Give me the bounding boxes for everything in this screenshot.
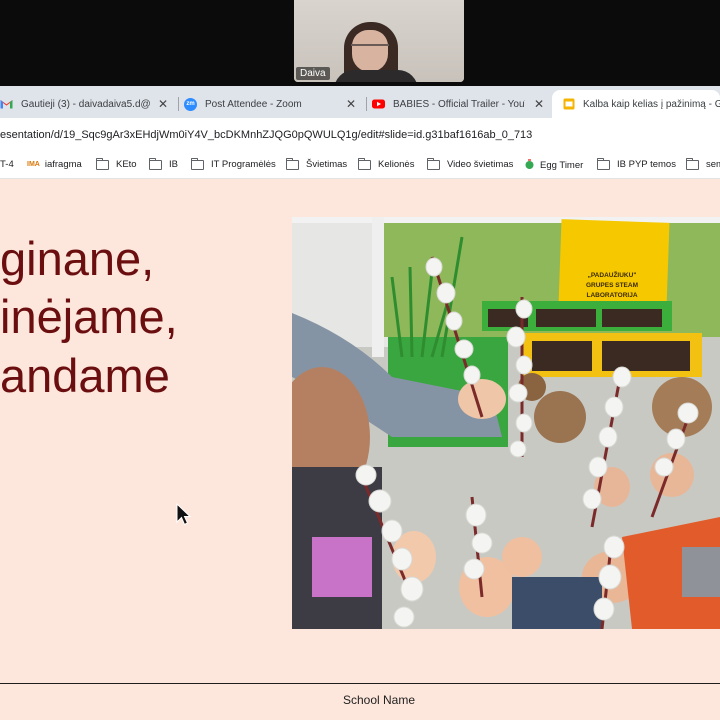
browser-tab-bar: Gautieji (3) - daivadaiva5.d@gm ✕ zm Pos… [0,86,720,118]
bookmark-label: IB PYP temos [617,159,676,170]
sign-line: LABORATORIJA [586,292,637,299]
slide-photo: „PADAUŽIUKU" GRUPES STEAM LABORATORIJA [292,217,720,629]
egg-timer-icon [524,159,535,172]
slide-footer-divider [0,683,720,684]
tab-divider [178,97,179,111]
bookmark-label: Video švietimas [447,159,514,170]
folder-icon [285,157,299,170]
bookmark-label: KEto [116,159,137,170]
close-tab-icon[interactable]: ✕ [158,97,168,111]
children-willow-photo: „PADAUŽIUKU" GRUPES STEAM LABORATORIJA [292,217,720,629]
bookmark-item[interactable]: IT Programėlės [190,157,276,170]
participant-name-tag: Daiva [296,67,330,80]
folder-icon [426,157,440,170]
tab-zoom[interactable]: zm Post Attendee - Zoom ✕ [184,90,364,118]
address-bar: esentation/d/19_Sqc9gAr3xEHdjWm0iY4V_bcD… [0,118,720,154]
slide-title-line: inėjame, [0,290,178,343]
folder-icon [685,157,699,170]
participant-body [334,70,418,82]
folder-icon [190,157,204,170]
slide-title-line: andame [0,349,170,402]
bookmark-label: sem [706,159,720,170]
tab-label: Kalba kaip kelias į pažinimą - G [583,98,720,110]
tab-label: BABIES - Official Trailer - YouTu [393,98,525,110]
folder-icon [357,157,371,170]
gmail-icon [0,98,13,111]
bookmark-label: IT Programėlės [211,159,276,170]
sign-line: „PADAUŽIUKU" [588,270,637,279]
mouse-cursor-icon [176,503,192,526]
bookmark-label: Kelionės [378,159,415,170]
sign-line: GRUPES STEAM [586,282,638,289]
bookmark-item[interactable]: IMA iafragma [27,159,82,170]
slide-title-line: ginane, [0,232,155,285]
tab-google-slides[interactable]: Kalba kaip kelias į pažinimą - G [552,90,720,118]
slides-icon [562,98,575,111]
bookmark-label: iafragma [44,159,82,170]
bookmark-item[interactable]: sem [685,157,720,170]
slide-footer-school-name: School Name [342,693,416,707]
tab-gmail[interactable]: Gautieji (3) - daivadaiva5.d@gm ✕ [0,90,176,118]
bookmark-label: T-4 [0,159,14,170]
bookmark-item[interactable]: Egg Timer [524,159,583,172]
folder-icon [148,157,162,170]
folder-icon [596,157,610,170]
presentation-slide: ginane, inėjame, andame „PADAUŽIUKU" GRU… [0,179,720,720]
steam-lab-sign: „PADAUŽIUKU" GRUPES STEAM LABORATORIJA [558,219,670,309]
tab-label: Gautieji (3) - daivadaiva5.d@gm [21,98,151,110]
tab-divider [366,97,367,111]
participant-glasses [351,44,389,56]
bookmark-item[interactable]: T-4 [0,159,14,170]
folder-icon [95,157,109,170]
bookmark-label: Švietimas [306,159,348,170]
bookmarks-bar: T-4 IMA iafragma KEto IB IT Programėlės … [0,154,720,179]
bookmark-item[interactable]: IB [148,157,178,170]
zoom-icon: zm [184,97,197,111]
bookmark-item[interactable]: IB PYP temos [596,157,676,170]
bookmark-item[interactable]: Kelionės [357,157,415,170]
bookmark-item[interactable]: Video švietimas [426,157,514,170]
bookmark-item[interactable]: Švietimas [285,157,348,170]
bookmark-label: Egg Timer [540,160,584,171]
bookmark-label: IB [169,159,178,170]
close-tab-icon[interactable]: ✕ [534,97,544,111]
zoom-video-strip: Daiva [0,0,720,86]
youtube-icon [372,98,385,111]
close-tab-icon[interactable]: ✕ [346,97,356,111]
tab-label: Post Attendee - Zoom [205,98,302,110]
bookmark-item[interactable]: KEto [95,157,137,170]
ima-icon: IMA [27,161,40,168]
tab-youtube[interactable]: BABIES - Official Trailer - YouTu ✕ [372,90,552,118]
url-field[interactable]: esentation/d/19_Sqc9gAr3xEHdjWm0iY4V_bcD… [0,129,532,141]
participant-video-tile[interactable]: Daiva [294,0,464,82]
